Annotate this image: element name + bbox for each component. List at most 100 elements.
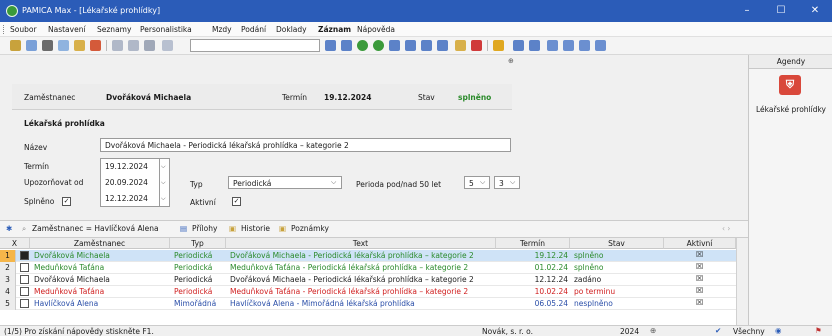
menu-doklady[interactable]: Doklady [276, 25, 307, 34]
new-record-icon[interactable] [10, 40, 21, 51]
date-dropdowns: ⌵ ⌵ ⌵ [160, 158, 170, 207]
title-bar: PAMICA Max - [Lékařské prohlídky] – ☐ ✕ [0, 0, 832, 22]
row-select-checkbox[interactable] [20, 251, 29, 260]
menu-napoveda[interactable]: Nápověda [357, 25, 395, 34]
print-icon[interactable] [42, 40, 53, 51]
notify-field[interactable]: 20.09.2024 [105, 178, 148, 187]
active-checkbox[interactable]: ✓ [232, 197, 241, 206]
period-under-select[interactable]: 5 ⌵ [464, 176, 490, 189]
copy-icon[interactable] [74, 40, 85, 51]
grid-icon[interactable] [128, 40, 139, 51]
table-row[interactable]: 5 Havlíčková Alena Mimořádná Havlíčková Ale… [0, 298, 736, 310]
period-label: Perioda pod/nad 50 let [356, 180, 442, 189]
chevron-down-icon[interactable]: ⌵ [161, 163, 166, 171]
minimize-button[interactable]: – [730, 0, 764, 22]
name-field[interactable]: Dvořáková Michaela - Periodická lékařská… [100, 138, 511, 152]
menu-nastaveni[interactable]: Nastavení [48, 25, 86, 34]
row-number: 3 [0, 274, 16, 286]
row-select-checkbox[interactable] [20, 287, 29, 296]
tab-scroll-arrows[interactable]: ‹ › [722, 224, 730, 233]
row-select-checkbox[interactable] [20, 299, 29, 308]
grip-icon [3, 25, 5, 34]
period-over-select[interactable]: 3 ⌵ [494, 176, 520, 189]
close-button[interactable]: ✕ [798, 0, 832, 22]
menu-bar: Soubor Nastavení Seznamy Personalistika … [0, 22, 832, 37]
refresh-icon[interactable] [405, 40, 416, 51]
cell-employee: Dvořáková Michaela [34, 275, 110, 284]
window-cascade-icon[interactable] [579, 40, 590, 51]
column-header-active[interactable]: Aktivní [664, 238, 736, 249]
status-hint: (1/5) Pro získání nápovědy stiskněte F1. [4, 327, 154, 336]
calc-icon[interactable] [513, 40, 524, 51]
column-header-term[interactable]: Termín [496, 238, 570, 249]
sort-icon[interactable] [421, 40, 432, 51]
agendy-header: Agendy [749, 55, 832, 69]
pin-icon[interactable]: ⊕ [508, 57, 514, 65]
chevron-down-icon[interactable]: ⌵ [161, 179, 166, 187]
report-icon[interactable] [144, 40, 155, 51]
column-header-state[interactable]: Stav [570, 238, 664, 249]
done-checkbox[interactable]: ✓ [62, 197, 71, 206]
row-select-checkbox[interactable] [20, 263, 29, 272]
column-header-employee[interactable]: Zaměstnanec [30, 238, 170, 249]
calendar-icon[interactable] [529, 40, 540, 51]
window-tile-icon[interactable] [563, 40, 574, 51]
year-pin-icon[interactable]: ⊕ [650, 326, 656, 335]
table-row[interactable]: 4 Meduňková Taťána Periodická Meduňková Tať… [0, 286, 736, 298]
filter-icon[interactable] [325, 40, 336, 51]
tools-icon[interactable] [493, 40, 504, 51]
agendy-item-label[interactable]: Lékařské prohlídky [749, 105, 832, 114]
status-filter[interactable]: Všechny [733, 327, 765, 336]
maximize-button[interactable]: ☐ [764, 0, 798, 22]
export-icon[interactable] [437, 40, 448, 51]
menu-mzdy[interactable]: Mzdy [212, 25, 232, 34]
period-over-value: 3 [499, 179, 504, 188]
row-select-checkbox[interactable] [20, 275, 29, 284]
tab-attachments[interactable]: Přílohy [192, 224, 217, 233]
menu-zaznam[interactable]: Záznam [318, 25, 351, 34]
chart-icon[interactable] [162, 40, 173, 51]
medical-exam-icon[interactable]: ⛨ [779, 75, 801, 95]
next-record-icon[interactable] [373, 40, 384, 51]
menu-seznamy[interactable]: Seznamy [97, 25, 131, 34]
cell-text: Meduňková Taťána - Periodická lékařská p… [230, 287, 469, 296]
cell-term: 19.12.24 [534, 251, 568, 260]
filter-status-icon: ✔ [715, 326, 722, 335]
type-select[interactable]: Periodická ⌵ [228, 176, 342, 189]
done-field[interactable]: 12.12.2024 [105, 194, 148, 203]
toolbar-search-input[interactable] [190, 39, 320, 52]
flag-yellow-icon[interactable] [455, 40, 466, 51]
pin-tab-icon[interactable]: ✱ [6, 224, 12, 233]
term-header-label: Termín [282, 93, 308, 102]
active-check-icon: ☒ [696, 298, 704, 307]
menu-soubor[interactable]: Soubor [10, 25, 37, 34]
table-row[interactable]: 1 Dvořáková Michaela Periodická Dvořáková M… [0, 250, 736, 262]
flag-icon[interactable]: ⚑ [815, 326, 822, 335]
flag-red-icon[interactable] [471, 40, 482, 51]
tab-filter[interactable]: Zaměstnanec = Havlíčková Alena [32, 224, 159, 233]
table-scrollbar[interactable] [736, 238, 748, 325]
tab-notes[interactable]: Poznámky [291, 224, 329, 233]
cell-type: Periodická [174, 251, 213, 260]
delete-icon[interactable] [90, 40, 101, 51]
column-header-select[interactable]: X [0, 238, 30, 249]
list-icon[interactable] [112, 40, 123, 51]
prev-record-icon[interactable] [357, 40, 368, 51]
tab-history[interactable]: Historie [241, 224, 270, 233]
help-icon[interactable] [595, 40, 606, 51]
first-record-icon[interactable] [341, 40, 352, 51]
table-row[interactable]: 3 Dvořáková Michaela Periodická Dvořáková M… [0, 274, 736, 286]
name-field-value: Dvořáková Michaela - Periodická lékařská… [105, 141, 349, 150]
term-field[interactable]: 19.12.2024 [105, 162, 148, 171]
column-header-type[interactable]: Typ [170, 238, 226, 249]
preview-icon[interactable] [58, 40, 69, 51]
menu-personalistika[interactable]: Personalistika [140, 25, 192, 34]
check-circle-icon[interactable]: ◉ [775, 326, 782, 335]
column-header-text[interactable]: Text [226, 238, 496, 249]
last-record-icon[interactable] [389, 40, 400, 51]
chevron-down-icon[interactable]: ⌵ [161, 195, 166, 203]
open-icon[interactable] [26, 40, 37, 51]
table-row[interactable]: 2 Meduňková Taťána Periodická Meduňková Tať… [0, 262, 736, 274]
menu-podani[interactable]: Podání [241, 25, 266, 34]
window-icon[interactable] [547, 40, 558, 51]
